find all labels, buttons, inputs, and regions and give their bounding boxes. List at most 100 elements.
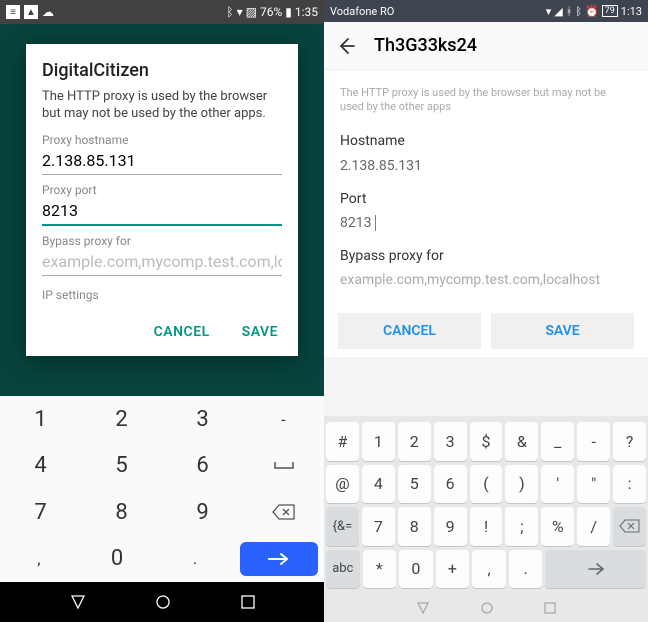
- key-star[interactable]: *: [363, 550, 397, 589]
- bypass-input[interactable]: example.com,mycomp.test.com,localhost: [340, 270, 632, 291]
- port-label: Proxy port: [42, 183, 282, 197]
- key-5[interactable]: 5: [81, 443, 162, 490]
- no-sim-icon: ▨: [246, 5, 257, 19]
- key-2[interactable]: 2: [81, 396, 162, 443]
- cancel-button[interactable]: CANCEL: [150, 316, 214, 348]
- save-button[interactable]: SAVE: [238, 316, 282, 348]
- port-label: Port: [340, 191, 632, 207]
- cloud-icon: ☁: [42, 5, 54, 19]
- key-8[interactable]: 8: [81, 489, 162, 536]
- content-area: The HTTP proxy is used by the browser bu…: [324, 70, 648, 307]
- key-enter[interactable]: [240, 542, 318, 577]
- nav-recent-icon[interactable]: [544, 602, 556, 614]
- key-7[interactable]: 7: [362, 507, 395, 546]
- clock: 1:35: [295, 5, 318, 19]
- key-at[interactable]: @: [326, 465, 359, 504]
- bluetooth-icon: ᛒ: [575, 5, 582, 18]
- key-backspace[interactable]: [243, 489, 324, 536]
- carrier-label: Vodafone RO: [330, 5, 394, 18]
- key-dash[interactable]: -: [243, 396, 324, 443]
- key-7[interactable]: 7: [0, 489, 81, 536]
- key-plus[interactable]: +: [436, 550, 470, 589]
- key-comma[interactable]: ,: [472, 550, 506, 589]
- key-1[interactable]: 1: [0, 396, 81, 443]
- key-6[interactable]: 6: [162, 443, 243, 490]
- android-navbar: [324, 594, 648, 622]
- symbol-keypad: # 1 2 3 $ & _ - ? @ 4 5 6 ( ) ' " : {&= …: [324, 416, 648, 594]
- key-dash[interactable]: -: [577, 422, 610, 461]
- key-percent[interactable]: %: [541, 507, 574, 546]
- back-button[interactable]: [336, 36, 356, 56]
- proxy-dialog: DigitalCitizen The HTTP proxy is used by…: [26, 44, 298, 356]
- key-slash[interactable]: /: [577, 507, 610, 546]
- key-bang[interactable]: !: [470, 507, 503, 546]
- nav-back-icon[interactable]: [70, 594, 86, 610]
- hostname-label: Hostname: [340, 133, 632, 149]
- page-title: Th3G33ks24: [374, 35, 477, 56]
- key-underscore[interactable]: _: [541, 422, 574, 461]
- cancel-button[interactable]: CANCEL: [338, 313, 481, 349]
- bluetooth-icon: ᛒ: [226, 5, 233, 19]
- nav-back-icon[interactable]: [416, 601, 430, 615]
- hostname-input[interactable]: [42, 147, 282, 175]
- port-input[interactable]: [42, 197, 282, 226]
- key-backspace[interactable]: [613, 507, 646, 546]
- signal-icon: ◢: [554, 5, 562, 18]
- key-3[interactable]: 3: [162, 396, 243, 443]
- key-rparen[interactable]: ): [505, 465, 538, 504]
- key-period[interactable]: .: [509, 550, 543, 589]
- key-lparen[interactable]: (: [470, 465, 503, 504]
- nav-home-icon[interactable]: [155, 594, 171, 610]
- hostname-input[interactable]: [340, 156, 632, 177]
- numeric-keypad: 1 2 3 - 4 5 6 7 8 9 , 0 .: [0, 396, 324, 582]
- key-6[interactable]: 6: [434, 465, 467, 504]
- header: Th3G33ks24: [324, 22, 648, 70]
- key-space[interactable]: [243, 443, 324, 490]
- key-period[interactable]: .: [156, 536, 234, 583]
- left-phone: ≡ ▲ ☁ ᛒ ▾ ▨ 76% ▮ 1:35 HUAWEI-U3At Digit…: [0, 0, 324, 622]
- status-bar: ≡ ▲ ☁ ᛒ ▾ ▨ 76% ▮ 1:35: [0, 0, 324, 24]
- key-apos[interactable]: ': [541, 465, 574, 504]
- key-0[interactable]: 0: [78, 536, 156, 583]
- button-row: CANCEL SAVE: [324, 307, 648, 357]
- key-1[interactable]: 1: [362, 422, 395, 461]
- bypass-input[interactable]: [42, 248, 282, 276]
- key-question[interactable]: ?: [613, 422, 646, 461]
- status-bar: Vodafone RO ▾ ◢ ᚼ ᛒ ⏰ 79 1:13: [324, 0, 648, 22]
- key-quote[interactable]: ": [577, 465, 610, 504]
- ip-settings-label: IP settings: [42, 288, 282, 302]
- battery-percent: 79: [602, 5, 618, 17]
- port-input[interactable]: 8213: [340, 213, 632, 234]
- key-9[interactable]: 9: [434, 507, 467, 546]
- key-8[interactable]: 8: [398, 507, 431, 546]
- dialog-description: The HTTP proxy is used by the browser bu…: [42, 89, 282, 123]
- key-mode-symbols[interactable]: {&=: [326, 507, 359, 546]
- key-hash[interactable]: #: [326, 422, 359, 461]
- key-mode-abc[interactable]: abc: [326, 550, 360, 589]
- battery-percent: 76%: [260, 5, 282, 19]
- key-comma[interactable]: ,: [0, 536, 78, 583]
- bypass-label: Bypass proxy for: [42, 234, 282, 248]
- wifi-icon: ▾: [237, 5, 243, 19]
- battery-icon: ▮: [285, 5, 292, 19]
- image-icon: ▲: [24, 5, 38, 19]
- nav-recent-icon[interactable]: [241, 595, 255, 609]
- key-enter[interactable]: [545, 550, 646, 589]
- key-dollar[interactable]: $: [470, 422, 503, 461]
- key-4[interactable]: 4: [362, 465, 395, 504]
- key-9[interactable]: 9: [162, 489, 243, 536]
- key-colon[interactable]: :: [613, 465, 646, 504]
- wifi-icon: ▾: [546, 5, 552, 18]
- bypass-label: Bypass proxy for: [340, 248, 632, 264]
- nav-home-icon[interactable]: [480, 601, 494, 615]
- key-3[interactable]: 3: [434, 422, 467, 461]
- alarm-icon: ⏰: [585, 5, 599, 18]
- key-amp[interactable]: &: [505, 422, 538, 461]
- key-2[interactable]: 2: [398, 422, 431, 461]
- key-semicolon[interactable]: ;: [505, 507, 538, 546]
- key-4[interactable]: 4: [0, 443, 81, 490]
- save-button[interactable]: SAVE: [491, 313, 634, 349]
- key-5[interactable]: 5: [398, 465, 431, 504]
- right-phone: Vodafone RO ▾ ◢ ᚼ ᛒ ⏰ 79 1:13 Th3G33ks24…: [324, 0, 648, 622]
- key-0[interactable]: 0: [399, 550, 433, 589]
